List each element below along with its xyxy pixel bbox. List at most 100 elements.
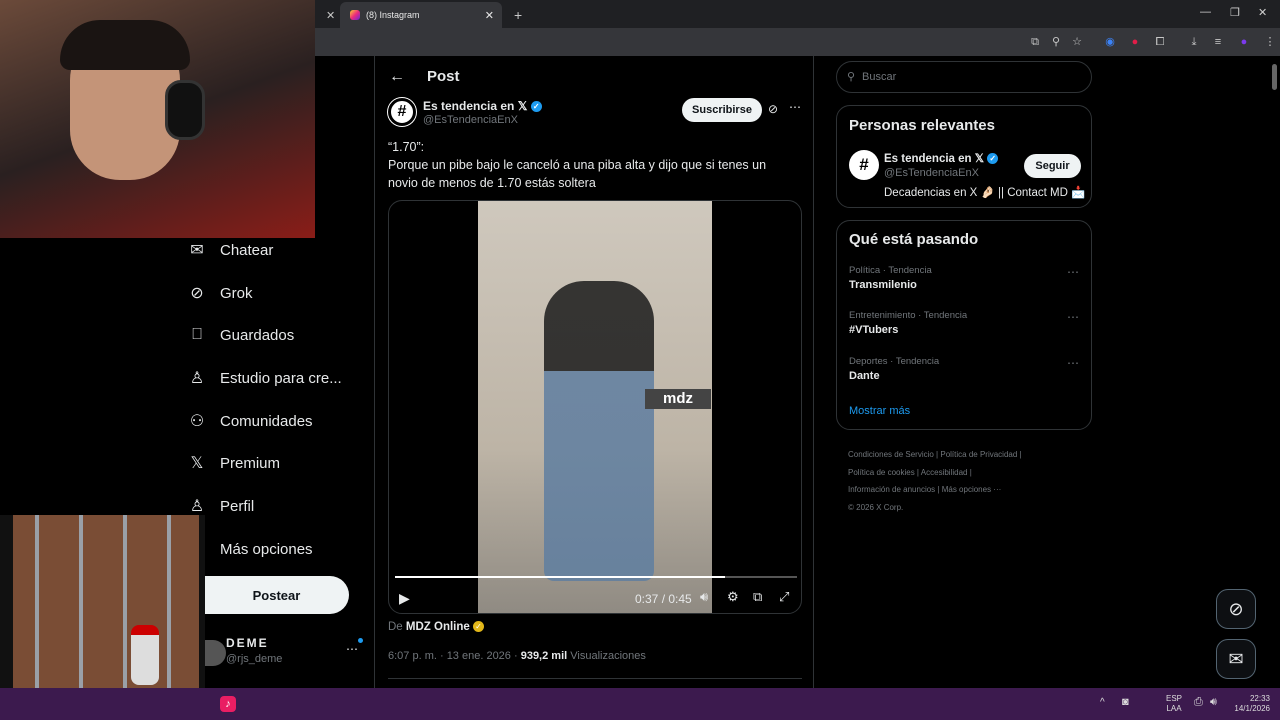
video-subject xyxy=(544,281,654,581)
search-input[interactable]: ⚲ Buscar xyxy=(836,61,1092,93)
video-progress-fill xyxy=(395,576,725,578)
back-arrow-icon[interactable]: ← xyxy=(389,68,405,86)
footer-link[interactable]: Condiciones de Servicio xyxy=(848,450,934,459)
video-frame: mdz xyxy=(478,201,712,613)
account-handle: @rjs_deme xyxy=(226,653,283,665)
nav-item-chat[interactable]: ✉ Chatear xyxy=(186,234,273,266)
video-player[interactable]: mdz ▶ 0:37 / 0:45 🔊︎ ⚙ ⧉ ⤢ xyxy=(388,200,802,614)
panel-title: Personas relevantes xyxy=(849,117,995,134)
video-progress-track[interactable] xyxy=(395,576,797,578)
profile-icon[interactable]: ● xyxy=(1236,34,1252,50)
more-icon[interactable]: ⋯ xyxy=(1067,310,1079,324)
new-tab-button[interactable]: + xyxy=(504,2,532,28)
close-window-icon[interactable]: ✕ xyxy=(1258,6,1267,19)
nav-item-grok[interactable]: ⊘ Grok xyxy=(186,277,252,309)
divider xyxy=(388,678,802,679)
menu-icon[interactable]: ⋮ xyxy=(1262,34,1278,50)
author-avatar[interactable]: # xyxy=(388,98,416,126)
verified-badge-icon: ✓ xyxy=(987,153,999,165)
person-name: Es tendencia en 𝕏 xyxy=(884,153,985,165)
account-switcher[interactable]: DEME @rjs_deme ⋯ xyxy=(204,636,364,676)
footer-link[interactable]: Política de Privacidad xyxy=(940,450,1017,459)
footer-link[interactable]: Accesibilidad xyxy=(921,468,968,477)
settings-icon[interactable]: ⚙ xyxy=(727,589,739,605)
trend-category: Política · Tendencia xyxy=(849,265,932,276)
restore-icon[interactable]: ❐ xyxy=(1230,6,1240,19)
star-icon[interactable]: ☆ xyxy=(1069,34,1085,50)
tab-title: (8) Instagram xyxy=(366,10,420,20)
footer-link[interactable]: Política de cookies xyxy=(848,468,915,477)
lang-top: ESP xyxy=(1166,694,1183,703)
mail-icon: ✉ xyxy=(190,242,204,259)
play-icon[interactable]: ▶ xyxy=(399,590,410,607)
author-name-row[interactable]: Es tendencia en 𝕏 ✓ xyxy=(423,99,542,113)
media-icon[interactable]: ≡ xyxy=(1210,34,1226,50)
source-prefix: De xyxy=(388,621,403,633)
nav-item-premium[interactable]: 𝕏 Premium xyxy=(186,447,280,479)
nav-label: Guardados xyxy=(220,326,295,344)
pip-icon[interactable]: ⧉ xyxy=(753,589,762,605)
fullscreen-icon[interactable]: ⤢ xyxy=(779,589,789,605)
relevant-people-panel: Personas relevantes # Es tendencia en 𝕏 … xyxy=(836,105,1092,208)
more-icon[interactable]: ⋯ xyxy=(346,642,358,656)
more-icon[interactable]: ⋯ xyxy=(1067,356,1079,370)
install-app-icon[interactable]: ⧉ xyxy=(1027,34,1043,50)
language-indicator[interactable]: ESP LAA xyxy=(1166,694,1182,714)
post-meta: 6:07 p. m. · 13 ene. 2026 · 939,2 mil Vi… xyxy=(388,650,646,662)
zoom-icon[interactable]: ⚲ xyxy=(1048,34,1064,50)
footer-link[interactable]: Información de anuncios xyxy=(848,485,935,494)
clock-date: 14/1/2026 xyxy=(1234,704,1270,713)
discord-icon[interactable]: ◙ xyxy=(1122,696,1129,708)
close-icon[interactable]: ✕ xyxy=(326,9,335,22)
follow-button[interactable]: Seguir xyxy=(1024,154,1081,178)
video-watermark: mdz xyxy=(645,389,711,409)
avatar xyxy=(204,640,226,666)
nav-label: Comunidades xyxy=(220,412,313,430)
minimize-icon[interactable]: — xyxy=(1200,6,1211,18)
source-link[interactable]: MDZ Online xyxy=(406,621,470,633)
show-more-link[interactable]: Mostrar más xyxy=(849,405,910,417)
grok-icon: ⊘ xyxy=(1228,598,1244,619)
chevron-up-icon[interactable]: ^ xyxy=(1100,697,1105,708)
volume-icon[interactable]: 🔊︎ xyxy=(700,589,708,605)
page-title: Post xyxy=(427,68,460,85)
subscribe-button[interactable]: Suscribirse xyxy=(682,98,762,122)
nav-item-studio[interactable]: ♙ Estudio para cre... xyxy=(186,362,342,394)
trend-item[interactable]: Entretenimiento · Tendencia #VTubers ⋯ xyxy=(837,308,1091,348)
grok-icon: ⊘ xyxy=(190,285,204,302)
puzzle-icon[interactable]: ⧠ xyxy=(1152,34,1168,50)
tab-instagram[interactable]: (8) Instagram ✕ xyxy=(340,2,502,28)
gold-verified-icon: ✓ xyxy=(473,621,484,633)
nav-item-communities[interactable]: ⚇ Comunidades xyxy=(186,405,313,437)
tiktok-icon[interactable]: ♪ xyxy=(220,696,236,712)
post-timestamp[interactable]: 6:07 p. m. · 13 ene. 2026 · xyxy=(388,650,518,662)
copyright: © 2026 X Corp. xyxy=(848,502,904,512)
clock[interactable]: 22:33 14/1/2026 xyxy=(1230,694,1270,714)
person-avatar[interactable]: # xyxy=(849,150,879,180)
extension-icon[interactable]: ◉ xyxy=(1102,34,1118,50)
x-logo-icon: 𝕏 xyxy=(190,455,204,472)
scrollbar[interactable] xyxy=(1272,64,1277,90)
more-icon[interactable]: ⋯ xyxy=(1067,265,1079,279)
nav-item-bookmarks[interactable]: ⎕ Guardados xyxy=(186,319,294,351)
grok-float-button[interactable]: ⊘ xyxy=(1216,589,1256,629)
post-button[interactable]: Postear xyxy=(204,576,349,614)
author-name: Es tendencia en 𝕏 xyxy=(423,99,528,113)
network-icon[interactable]: ⎙ xyxy=(1194,696,1203,709)
close-icon[interactable]: ✕ xyxy=(485,9,494,22)
mail-icon: ✉ xyxy=(1228,648,1244,669)
extension-red-icon[interactable]: ● xyxy=(1127,34,1143,50)
trend-item[interactable]: Deportes · Tendencia Dante ⋯ xyxy=(837,354,1091,394)
nav-label: Premium xyxy=(220,454,281,472)
grok-icon[interactable]: ⊘ xyxy=(768,102,778,116)
person-name-row[interactable]: Es tendencia en 𝕏 ✓ xyxy=(884,151,999,165)
trend-item[interactable]: Política · Tendencia Transmilenio ⋯ xyxy=(837,263,1091,303)
volume-icon[interactable]: 🔊︎ xyxy=(1210,696,1217,709)
messages-float-button[interactable]: ✉ xyxy=(1216,639,1256,679)
windows-taskbar: ♪ ^ ◙ ESP LAA ⎙ 🔊︎ 22:33 14/1/2026 xyxy=(0,688,1280,720)
webcam-overlay xyxy=(0,0,315,238)
footer-link[interactable]: Más opciones ··· xyxy=(942,485,1002,494)
download-icon[interactable]: ⤓ xyxy=(1186,34,1202,50)
streamer-hair xyxy=(60,20,190,70)
more-icon[interactable]: ⋯ xyxy=(789,100,801,114)
